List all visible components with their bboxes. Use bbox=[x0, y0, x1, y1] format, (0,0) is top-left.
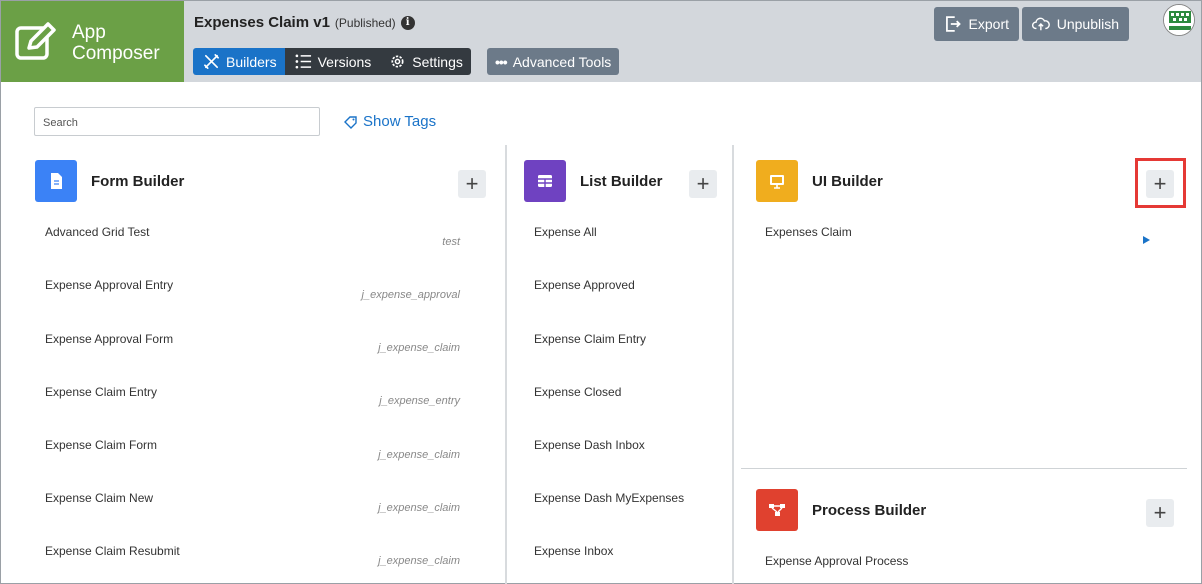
tools-icon bbox=[204, 54, 219, 69]
form-item-expense-claim-new[interactable]: Expense Claim New bbox=[45, 491, 153, 505]
process-builder-icon-box bbox=[756, 489, 798, 531]
list-item-expense-all[interactable]: Expense All bbox=[534, 225, 597, 239]
advanced-tools-label: Advanced Tools bbox=[512, 53, 612, 70]
list-item-expense-claim-entry[interactable]: Expense Claim Entry bbox=[534, 332, 646, 346]
column-divider bbox=[732, 145, 734, 584]
plus-icon: + bbox=[465, 171, 479, 196]
tab-builders-label: Builders bbox=[226, 53, 277, 70]
section-divider bbox=[741, 468, 1187, 469]
form-item-expense-claim-form[interactable]: Expense Claim Form bbox=[45, 438, 157, 452]
app-status: (Published) bbox=[334, 15, 396, 30]
form-item-expense-approval-entry[interactable]: Expense Approval Entry bbox=[45, 278, 173, 292]
document-icon bbox=[51, 173, 62, 189]
ui-builder-title: UI Builder bbox=[812, 172, 883, 190]
tab-versions[interactable]: Versions bbox=[284, 48, 380, 75]
form-item-tag: j_expense_claim bbox=[378, 555, 460, 567]
form-item-advanced-grid-test[interactable]: Advanced Grid Test bbox=[45, 225, 150, 239]
list-builder-header: List Builder bbox=[524, 160, 663, 202]
list-item-expense-dash-inbox[interactable]: Expense Dash Inbox bbox=[534, 438, 645, 452]
edit-icon bbox=[15, 22, 56, 60]
monitor-icon bbox=[770, 175, 784, 189]
form-builder-header: Form Builder bbox=[35, 160, 184, 202]
form-item-expense-approval-form[interactable]: Expense Approval Form bbox=[45, 332, 173, 346]
plus-icon: + bbox=[1153, 500, 1167, 525]
plus-icon: + bbox=[696, 171, 710, 196]
form-builder-title: Form Builder bbox=[91, 172, 185, 190]
app-header: App Composer Expenses Claim v1 (Publishe… bbox=[1, 1, 1201, 82]
builder-tabs: Builders Versions Settings bbox=[193, 48, 471, 75]
advanced-tools-button[interactable]: ••• Advanced Tools bbox=[487, 48, 620, 75]
form-item-tag: j_expense_approval bbox=[361, 289, 460, 301]
list-item-expense-approved[interactable]: Expense Approved bbox=[534, 278, 635, 292]
process-item-expense-approval-process[interactable]: Expense Approval Process bbox=[765, 554, 908, 568]
form-item-tag: j_expense_claim bbox=[378, 342, 460, 354]
flow-icon bbox=[769, 504, 785, 516]
list-builder-icon-box bbox=[524, 160, 566, 202]
form-item-expense-claim-entry[interactable]: Expense Claim Entry bbox=[45, 385, 157, 399]
search-input[interactable]: Search bbox=[34, 107, 320, 136]
table-icon bbox=[538, 175, 552, 187]
add-process-button[interactable]: + bbox=[1146, 499, 1174, 527]
play-icon[interactable] bbox=[1143, 236, 1150, 244]
list-item-expense-dash-myexpenses[interactable]: Expense Dash MyExpenses bbox=[534, 491, 684, 505]
gear-icon bbox=[391, 55, 404, 68]
form-item-tag: j_expense_claim bbox=[378, 449, 460, 461]
show-tags-link[interactable]: Show Tags bbox=[344, 113, 436, 130]
column-divider bbox=[505, 145, 507, 584]
export-button[interactable]: Export bbox=[934, 7, 1019, 41]
process-builder-header: Process Builder bbox=[756, 489, 926, 531]
list-icon bbox=[295, 54, 311, 69]
tag-icon bbox=[344, 115, 357, 129]
brand-line1: App bbox=[72, 22, 106, 43]
list-item-expense-inbox[interactable]: Expense Inbox bbox=[534, 544, 613, 558]
cloud-upload-icon bbox=[1032, 17, 1050, 31]
form-item-tag: j_expense_entry bbox=[379, 395, 460, 407]
export-label: Export bbox=[968, 16, 1009, 32]
app-title: Expenses Claim v1 bbox=[194, 14, 330, 31]
form-builder-icon-box bbox=[35, 160, 77, 202]
add-form-button[interactable]: + bbox=[458, 170, 486, 198]
form-item-tag: j_expense_claim bbox=[378, 502, 460, 514]
add-list-button[interactable]: + bbox=[689, 170, 717, 198]
process-builder-title: Process Builder bbox=[812, 501, 927, 519]
user-avatar[interactable] bbox=[1163, 4, 1195, 36]
highlight-box bbox=[1135, 158, 1186, 208]
tab-versions-label: Versions bbox=[317, 53, 372, 70]
unpublish-button[interactable]: Unpublish bbox=[1022, 7, 1129, 41]
form-item-tag: test bbox=[442, 236, 460, 248]
tab-settings-label: Settings bbox=[412, 53, 463, 70]
tab-settings[interactable]: Settings bbox=[379, 48, 471, 75]
list-builder-title: List Builder bbox=[580, 172, 663, 190]
show-tags-label: Show Tags bbox=[363, 113, 437, 130]
brand-line2: Composer bbox=[72, 43, 160, 64]
avatar-image bbox=[1164, 5, 1194, 35]
ui-item-expenses-claim[interactable]: Expenses Claim bbox=[765, 225, 852, 239]
ui-builder-icon-box bbox=[756, 160, 798, 202]
unpublish-label: Unpublish bbox=[1056, 16, 1119, 32]
info-icon[interactable]: i bbox=[400, 15, 415, 30]
tab-builders[interactable]: Builders bbox=[193, 48, 285, 75]
list-item-expense-closed[interactable]: Expense Closed bbox=[534, 385, 621, 399]
form-item-expense-claim-resubmit[interactable]: Expense Claim Resubmit bbox=[45, 544, 180, 558]
ui-builder-header: UI Builder bbox=[756, 160, 883, 202]
export-icon bbox=[946, 16, 961, 32]
app-composer-brand[interactable]: App Composer bbox=[1, 1, 184, 82]
more-icon: ••• bbox=[495, 53, 508, 70]
